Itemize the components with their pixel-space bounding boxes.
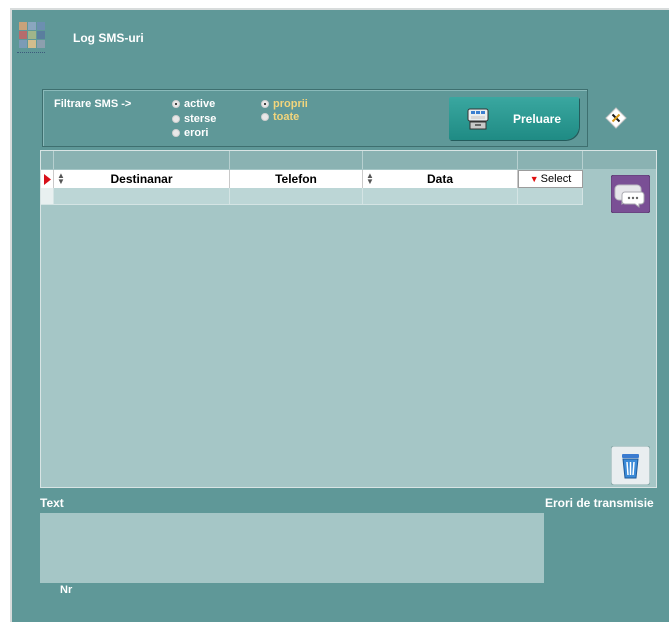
radio-erori[interactable]: erori xyxy=(172,127,208,139)
radio-label: sterse xyxy=(184,113,217,125)
column-label: Data xyxy=(426,172,453,186)
table-row[interactable] xyxy=(41,188,583,205)
radio-dot-icon xyxy=(172,100,180,108)
column-header-destinanar[interactable]: ▲ ▼ Destinanar xyxy=(54,170,230,188)
text-label: Text xyxy=(40,496,64,510)
nr-label: Nr xyxy=(60,584,73,596)
row-pointer-icon xyxy=(41,170,54,188)
select-label: Select xyxy=(540,173,572,185)
sort-arrows-icon: ▲ ▼ xyxy=(57,171,65,186)
grid-header-row: ▲ ▼ Destinanar Telefon ▲ ▼ Data ▼ Select xyxy=(41,170,583,188)
radio-dot-icon xyxy=(172,115,180,123)
cash-register-icon xyxy=(467,108,489,130)
column-label: Destinanar xyxy=(110,172,173,186)
radio-label: proprii xyxy=(273,98,308,110)
select-dropdown-button[interactable]: ▼ Select xyxy=(518,170,583,188)
errors-label: Erori de transmisie xyxy=(545,496,654,510)
close-diamond-icon[interactable] xyxy=(605,107,627,129)
preluare-label: Preluare xyxy=(513,111,562,126)
radio-dot-icon xyxy=(261,113,269,121)
chat-bubble-icon[interactable] xyxy=(610,174,651,214)
radio-label: active xyxy=(184,98,216,110)
radio-active[interactable]: active xyxy=(172,98,215,110)
sort-arrows-icon: ▲ ▼ xyxy=(366,171,374,186)
column-header-data[interactable]: ▲ ▼ Data xyxy=(363,170,518,188)
radio-proprii[interactable]: proprii xyxy=(261,98,308,110)
radio-dot-icon xyxy=(261,100,269,108)
radio-toate[interactable]: toate xyxy=(261,111,299,123)
filter-label: Filtrare SMS -> xyxy=(54,98,132,110)
column-header-telefon[interactable]: Telefon xyxy=(230,170,363,188)
app-logo-icon xyxy=(17,22,45,56)
grid-topbar xyxy=(41,151,656,169)
radio-dot-icon xyxy=(172,129,180,137)
radio-label: toate xyxy=(273,111,300,123)
trash-can-icon[interactable] xyxy=(610,445,651,486)
window-title: Log SMS-uri xyxy=(73,31,144,45)
radio-sterse[interactable]: sterse xyxy=(172,113,216,125)
column-label: Telefon xyxy=(275,172,317,186)
sms-grid: ▲ ▼ Destinanar Telefon ▲ ▼ Data ▼ Select xyxy=(40,150,657,488)
dropdown-triangle-icon: ▼ xyxy=(529,174,539,184)
preluare-button[interactable]: Preluare xyxy=(449,97,579,140)
radio-label: erori xyxy=(184,127,209,139)
sms-text-area[interactable] xyxy=(40,513,544,583)
